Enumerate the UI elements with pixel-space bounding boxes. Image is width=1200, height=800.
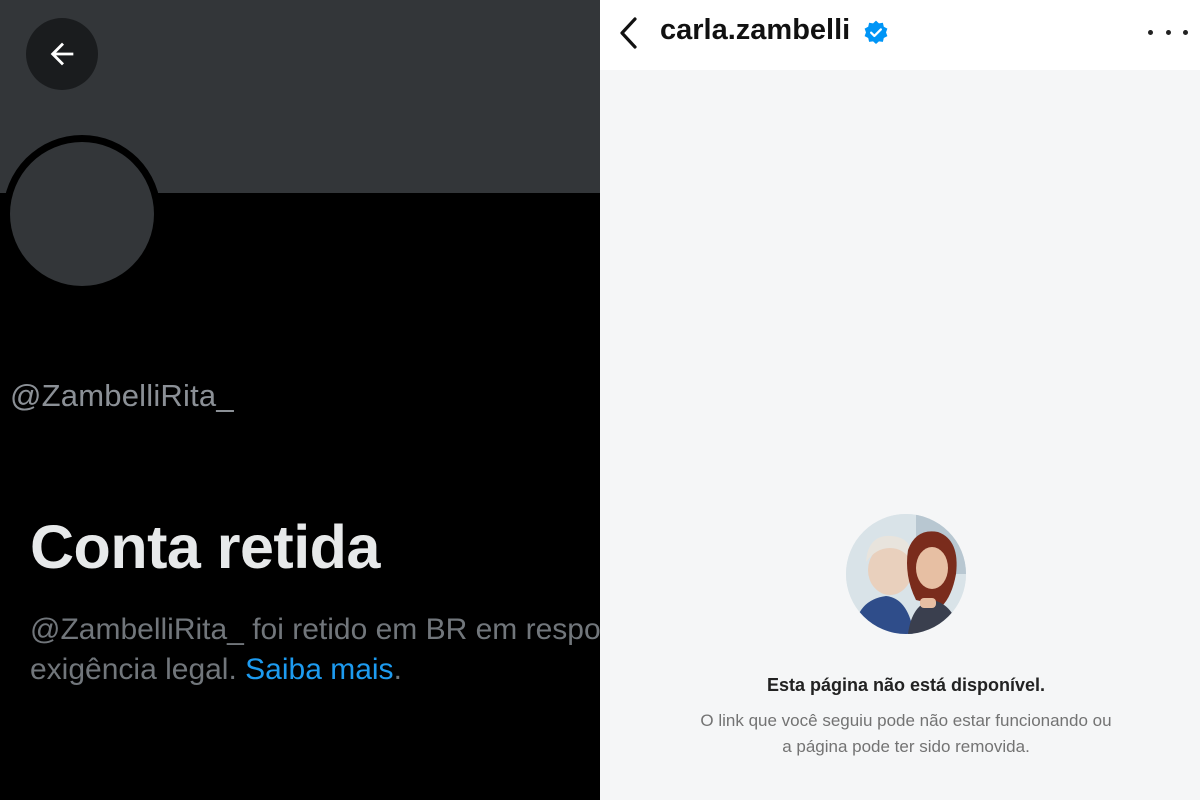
withheld-message: @ZambelliRita_ foi retido em BR em respo… <box>30 610 600 690</box>
avatar <box>10 142 154 286</box>
profile-photo-image <box>846 514 966 634</box>
withheld-title: Conta retida <box>30 513 380 581</box>
chevron-left-icon <box>620 17 637 49</box>
verified-badge-icon <box>864 20 888 45</box>
learn-more-link[interactable]: Saiba mais <box>245 653 393 686</box>
instagram-profile-panel: carla.zambelli Esta página não está disp… <box>600 0 1200 800</box>
arrow-left-icon <box>50 42 74 66</box>
unavailable-line-1: O link que você seguiu pode não estar fu… <box>700 711 1112 730</box>
more-horizontal-icon <box>1148 29 1153 35</box>
back-button[interactable] <box>612 14 646 52</box>
profile-username: carla.zambelli <box>660 14 851 46</box>
profile-handle: @ZambelliRita_ <box>10 378 234 413</box>
unavailable-description: O link que você seguiu pode não estar fu… <box>600 708 1200 760</box>
instagram-header: carla.zambelli <box>600 0 1200 70</box>
more-options-button[interactable] <box>1148 18 1188 46</box>
profile-photo <box>846 514 966 634</box>
unavailable-line-2: a página pode ter sido removida. <box>782 737 1030 756</box>
unavailable-title: Esta página não está disponível. <box>766 675 1046 695</box>
back-button[interactable] <box>26 18 98 90</box>
message-period: . <box>393 653 402 686</box>
twitter-profile-panel: @ZambelliRita_ Conta retida @ZambelliRit… <box>0 0 600 800</box>
